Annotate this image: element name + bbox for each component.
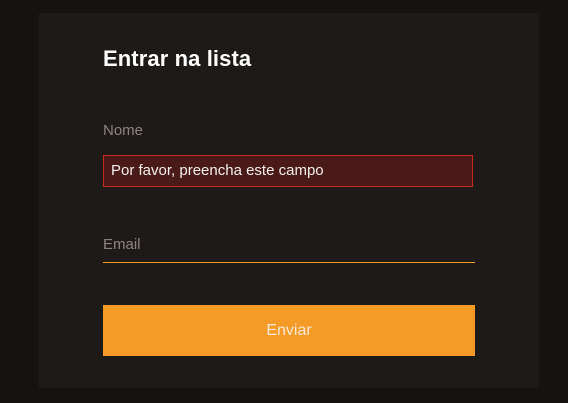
email-field[interactable] — [103, 227, 475, 263]
name-label: Nome — [103, 122, 144, 139]
name-validation-message[interactable]: Por favor, preencha este campo — [103, 155, 473, 187]
name-validation-text: Por favor, preencha este campo — [111, 162, 324, 179]
form-title: Entrar na lista — [103, 46, 252, 71]
signup-card: Entrar na lista Nome Por favor, preencha… — [39, 13, 539, 388]
page: Entrar na lista Nome Por favor, preencha… — [0, 0, 568, 403]
submit-button[interactable]: Enviar — [103, 305, 475, 356]
